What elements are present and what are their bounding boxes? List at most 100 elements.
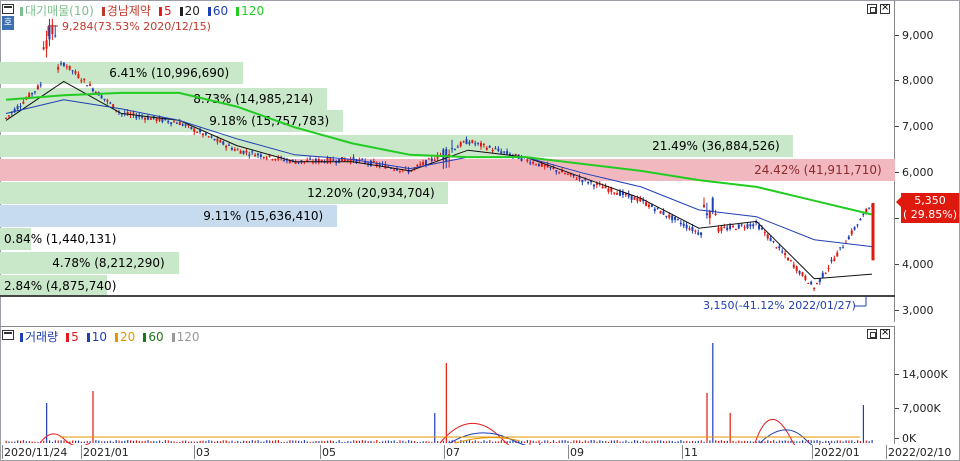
volume-bar	[135, 440, 138, 443]
candle-body	[619, 191, 622, 196]
volume-bar	[353, 440, 355, 443]
volume-bar	[634, 440, 636, 443]
candle-body	[453, 148, 456, 150]
candle-body	[662, 211, 665, 215]
volume-bar	[364, 440, 366, 443]
candle-body	[474, 143, 477, 145]
candle-body	[552, 168, 555, 170]
volume-bar	[185, 440, 187, 443]
date-tick-label: 2022/02/10	[885, 445, 952, 459]
volume-bar	[240, 441, 242, 443]
volume-bar	[14, 441, 16, 443]
volume-bar	[425, 441, 427, 443]
volume-bar	[5, 440, 7, 443]
volume-pane[interactable]: 거래량 5 10 20 60 120	[0, 326, 895, 445]
volume-bar	[706, 393, 708, 443]
candle-body	[265, 157, 268, 159]
volume-bar	[347, 441, 349, 443]
volume-bar	[645, 441, 647, 443]
price-plot[interactable]	[0, 0, 895, 322]
candle-body	[671, 215, 674, 221]
volume-bar	[295, 440, 297, 443]
volume-bar	[121, 441, 123, 443]
volume-bar	[19, 440, 22, 443]
candle-body	[705, 213, 708, 216]
volume-bar	[726, 440, 728, 443]
volume-bar	[187, 441, 190, 443]
volume-bar	[153, 440, 155, 443]
volume-bar	[222, 440, 224, 443]
candle-body	[630, 195, 633, 200]
volume-bar	[529, 440, 531, 443]
candle-body	[346, 159, 349, 161]
volume-bar	[263, 441, 265, 443]
volume-bar	[11, 441, 13, 443]
current-change: ( 29.85%)	[902, 208, 958, 221]
volume-bar	[251, 440, 253, 443]
volume-bar	[770, 441, 772, 443]
volume-bar	[393, 440, 395, 443]
candle-body	[314, 158, 317, 162]
candle-body	[731, 225, 734, 227]
candle-body	[62, 62, 65, 66]
volume-ma-lines	[39, 418, 860, 445]
candle-body	[242, 150, 245, 154]
volume-bar	[43, 440, 45, 443]
volume-bar	[555, 441, 558, 443]
volume-bar	[216, 440, 219, 443]
volume-bar	[741, 441, 743, 443]
volume-bar	[471, 441, 474, 443]
volume-bar	[717, 440, 720, 443]
volume-bar	[541, 441, 543, 443]
candle-body	[430, 158, 433, 161]
candle-body	[175, 122, 178, 124]
candle-body	[839, 247, 842, 249]
volume-bar	[289, 440, 291, 443]
candle-body	[784, 253, 787, 256]
date-tick-label: 03	[194, 445, 210, 459]
candle-body	[535, 164, 538, 166]
volume-bar	[34, 441, 36, 443]
volume-bar	[326, 440, 329, 443]
volume-bar	[118, 440, 120, 443]
volume-bar	[86, 440, 88, 443]
date-tick-label: 09	[568, 445, 584, 459]
candle-body	[703, 204, 706, 208]
candle-body	[868, 207, 871, 209]
candle-body	[555, 170, 558, 172]
volume-bar	[735, 441, 737, 443]
candle-body	[749, 224, 752, 227]
volume-bar	[390, 441, 392, 443]
price-pane[interactable]: 호 대기매물(10)경남제약52060120 6.41% (10,996,690…	[0, 0, 895, 322]
volume-bar	[329, 440, 332, 443]
volume-bar	[868, 441, 870, 443]
candle-body	[810, 281, 813, 285]
candle-body	[193, 128, 196, 132]
volume-bar	[8, 441, 10, 443]
candle-body	[494, 148, 497, 150]
candle-body	[711, 197, 714, 213]
volume-bar	[683, 441, 685, 443]
candle-body	[778, 246, 781, 249]
volume-bar	[468, 440, 471, 443]
volume-plot[interactable]	[0, 327, 895, 445]
candle-body	[5, 117, 7, 119]
volume-bar	[248, 441, 250, 443]
volume-bar	[396, 441, 398, 443]
candle-body	[853, 227, 856, 230]
candle-body	[659, 211, 662, 214]
candle-body	[688, 228, 691, 230]
candle-body	[807, 282, 810, 284]
candle-body	[723, 226, 726, 228]
volume-bar	[619, 441, 621, 443]
volume-bar	[665, 441, 668, 443]
volume-bar	[321, 440, 323, 443]
volume-bar	[657, 440, 659, 443]
candle-body	[462, 141, 465, 143]
volume-bar	[804, 441, 807, 443]
volume-bar	[758, 440, 760, 443]
candle-body	[248, 154, 251, 156]
volume-bar	[859, 441, 862, 443]
volume-bar	[384, 440, 387, 443]
candle-body	[239, 151, 242, 154]
